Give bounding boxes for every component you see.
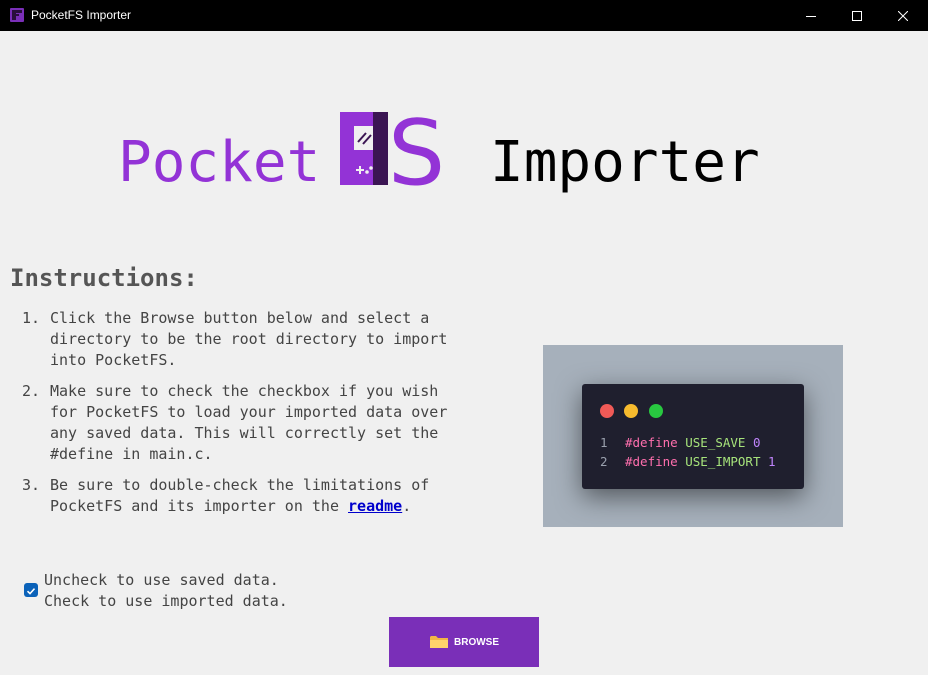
close-button[interactable] [880, 0, 926, 31]
maximize-button[interactable] [834, 0, 880, 31]
code-value: 0 [752, 435, 761, 450]
inline-code: #define [50, 445, 114, 463]
code-keyword: #define [625, 435, 678, 450]
title-bar: PocketFS Importer [0, 0, 928, 31]
logo-brand-text: Pocket [118, 130, 321, 195]
minimize-button[interactable] [788, 0, 834, 31]
step-number: 3. [22, 476, 41, 494]
use-imported-data-checkbox[interactable] [24, 583, 38, 597]
maximize-icon [852, 10, 862, 21]
browse-button[interactable]: BROWSE [389, 617, 539, 667]
step-text: Make sure to check the checkbox if you w… [50, 381, 460, 465]
browse-label: BROWSE [454, 636, 499, 648]
code-identifier: USE_IMPORT [685, 454, 761, 469]
code-preview-image: 1 #define USE_SAVE 0 2 #define USE_IMPORT … [543, 345, 843, 527]
readme-link[interactable]: readme [348, 497, 402, 515]
instructions-heading: Instructions: [10, 264, 198, 292]
checkbox-label: Uncheck to use saved data. Check to use … [44, 570, 288, 612]
step-text-part: Make sure to check the checkbox if you w… [50, 382, 448, 442]
close-icon [898, 10, 908, 21]
logo-product-text: Importer [490, 130, 760, 195]
step-text-part: in [113, 445, 150, 463]
logo-s-letter: S [388, 112, 445, 192]
checkbox-label-line: Uncheck to use saved data. [44, 571, 279, 589]
line-number: 1 [600, 435, 608, 450]
inline-filename: main.c [149, 445, 204, 463]
step-text-part: . [203, 445, 213, 463]
window-dot-yellow [624, 404, 638, 418]
window-dot-green [649, 404, 663, 418]
step-text: Be sure to double-check the limitations … [50, 475, 460, 517]
line-number: 2 [600, 454, 608, 469]
code-value: 1 [768, 454, 776, 469]
checkmark-icon [26, 588, 36, 595]
code-keyword: #define [625, 454, 678, 469]
step-text: Click the Browse button below and select… [50, 309, 448, 369]
window-dot-red [600, 404, 614, 418]
window-title: PocketFS Importer [31, 8, 132, 22]
app-icon [10, 8, 24, 22]
code-editor-window: 1 #define USE_SAVE 0 2 #define USE_IMPORT … [582, 384, 804, 489]
code-line: 1 #define USE_SAVE 0 [600, 435, 761, 450]
checkbox-label-line: Check to use imported data. [44, 592, 288, 610]
pocketfs-logo-icon: S [340, 112, 445, 192]
step-number: 2. [22, 382, 41, 400]
step-text-part: . [402, 497, 412, 515]
minimize-icon [806, 15, 816, 17]
folder-icon [429, 634, 449, 650]
step-number: 1. [22, 309, 41, 327]
code-line: 2 #define USE_IMPORT 1 [600, 454, 776, 469]
code-identifier: USE_SAVE [685, 435, 746, 450]
